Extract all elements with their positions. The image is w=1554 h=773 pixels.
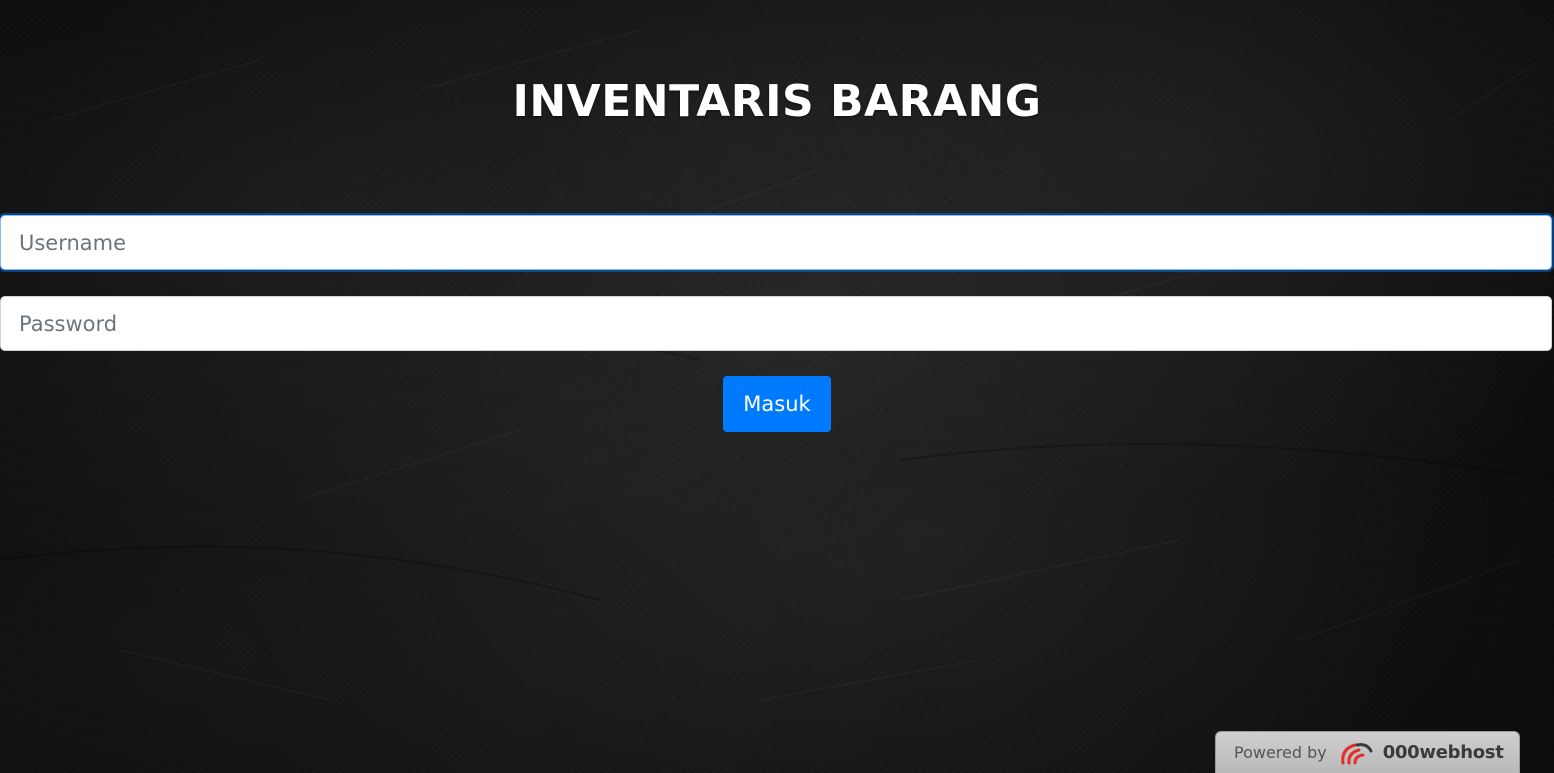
- password-input[interactable]: [0, 296, 1552, 351]
- brand-name: 000webhost: [1382, 742, 1504, 763]
- username-input[interactable]: [0, 215, 1552, 270]
- 000webhost-logo-icon: [1337, 739, 1373, 767]
- powered-by-badge[interactable]: Powered by 000webhost: [1215, 731, 1520, 773]
- page-title: INVENTARIS BARANG: [512, 76, 1042, 127]
- login-button[interactable]: Masuk: [723, 376, 831, 432]
- powered-by-label: Powered by: [1234, 743, 1327, 762]
